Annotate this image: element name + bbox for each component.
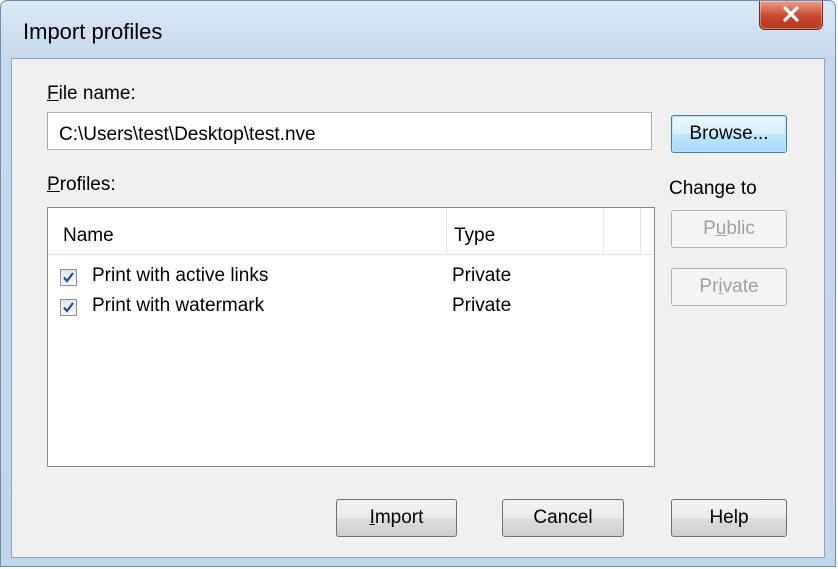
browse-button[interactable]: Browse...: [671, 115, 787, 153]
window-title: Import profiles: [23, 19, 163, 44]
profile-name: Print with watermark: [92, 295, 265, 316]
checkmark-icon: [63, 272, 74, 283]
public-button[interactable]: Public: [671, 210, 787, 248]
list-item[interactable]: Print with watermark Private: [48, 293, 654, 323]
profiles-list[interactable]: Name Type Print with active links Privat…: [47, 207, 655, 467]
help-button[interactable]: Help: [671, 499, 787, 537]
column-divider: [640, 208, 641, 254]
profile-type: Private: [452, 265, 512, 286]
list-header: Name Type: [48, 208, 654, 255]
column-header-type[interactable]: Type: [454, 208, 495, 254]
row-checkbox[interactable]: [60, 299, 77, 316]
cancel-button[interactable]: Cancel: [502, 499, 624, 537]
column-header-name[interactable]: Name: [63, 208, 114, 254]
column-divider[interactable]: [446, 208, 447, 254]
list-item[interactable]: Print with active links Private: [48, 263, 654, 293]
import-button[interactable]: Import: [336, 499, 457, 537]
import-profiles-dialog: Import profiles File name: Browse... Pro…: [0, 0, 836, 567]
change-to-label: Change to: [669, 178, 757, 199]
profile-name: Print with active links: [92, 265, 269, 286]
column-divider[interactable]: [603, 208, 604, 254]
dialog-body: File name: Browse... Profiles: Change to…: [11, 58, 825, 558]
private-button[interactable]: Private: [671, 268, 787, 306]
checkmark-icon: [63, 302, 74, 313]
file-name-label: File name:: [47, 83, 136, 104]
close-button[interactable]: [759, 1, 823, 30]
file-name-input[interactable]: [47, 112, 652, 150]
profiles-label: Profiles:: [47, 174, 116, 195]
close-icon: [783, 6, 799, 22]
row-checkbox[interactable]: [60, 269, 77, 286]
profile-type: Private: [452, 295, 512, 316]
